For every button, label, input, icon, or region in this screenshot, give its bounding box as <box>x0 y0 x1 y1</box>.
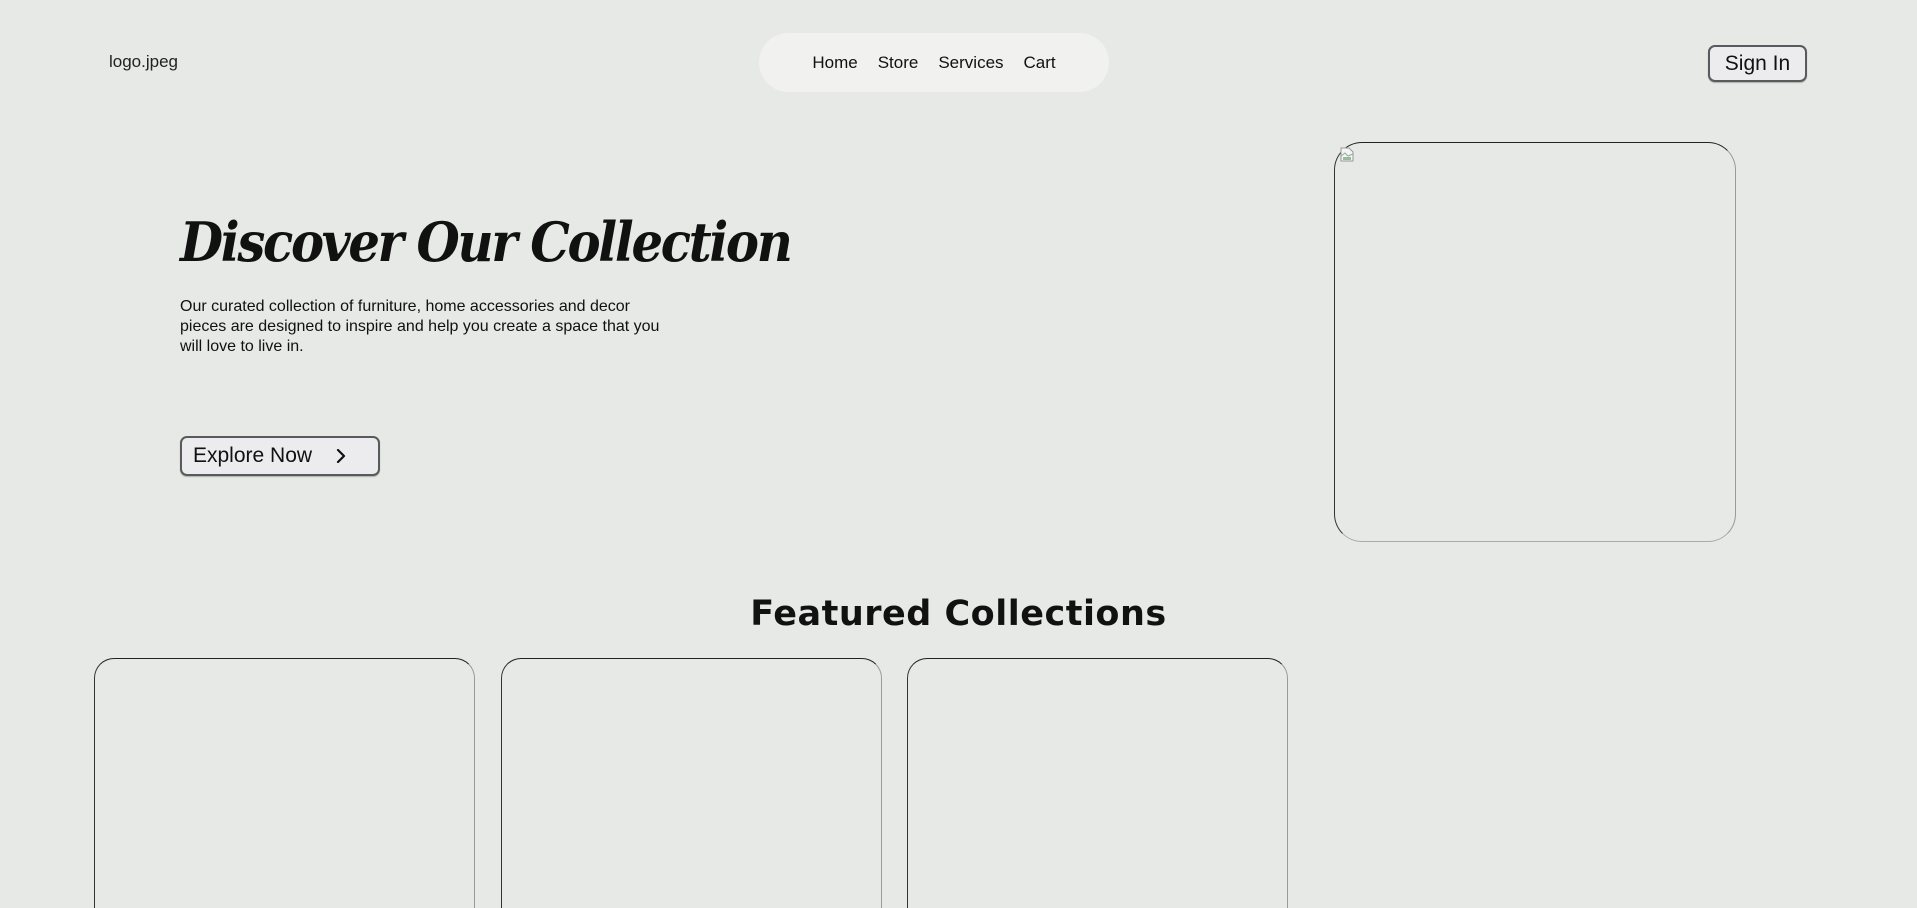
hero-image <box>1334 142 1736 542</box>
nav-services[interactable]: Services <box>938 53 1003 73</box>
nav-cart[interactable]: Cart <box>1024 53 1056 73</box>
hero-title: Discover Our Collection <box>180 210 793 274</box>
collection-card-3[interactable] <box>907 658 1288 908</box>
collection-card-2[interactable] <box>501 658 882 908</box>
explore-now-button[interactable]: Explore Now <box>180 436 380 476</box>
collection-card-1[interactable] <box>94 658 475 908</box>
nav-store[interactable]: Store <box>878 53 919 73</box>
nav-home[interactable]: Home <box>812 53 857 73</box>
page: logo.jpeg Home Store Services Cart Sign … <box>0 0 1917 908</box>
sign-in-button[interactable]: Sign In <box>1708 45 1807 82</box>
main-nav: Home Store Services Cart <box>759 33 1109 92</box>
chevron-right-icon <box>336 449 346 463</box>
logo[interactable]: logo.jpeg <box>109 52 178 72</box>
featured-collections-title: Featured Collections <box>750 594 1167 634</box>
explore-now-label: Explore Now <box>193 444 313 467</box>
hero-description: Our curated collection of furniture, hom… <box>180 298 660 355</box>
broken-image-icon <box>1340 147 1354 162</box>
